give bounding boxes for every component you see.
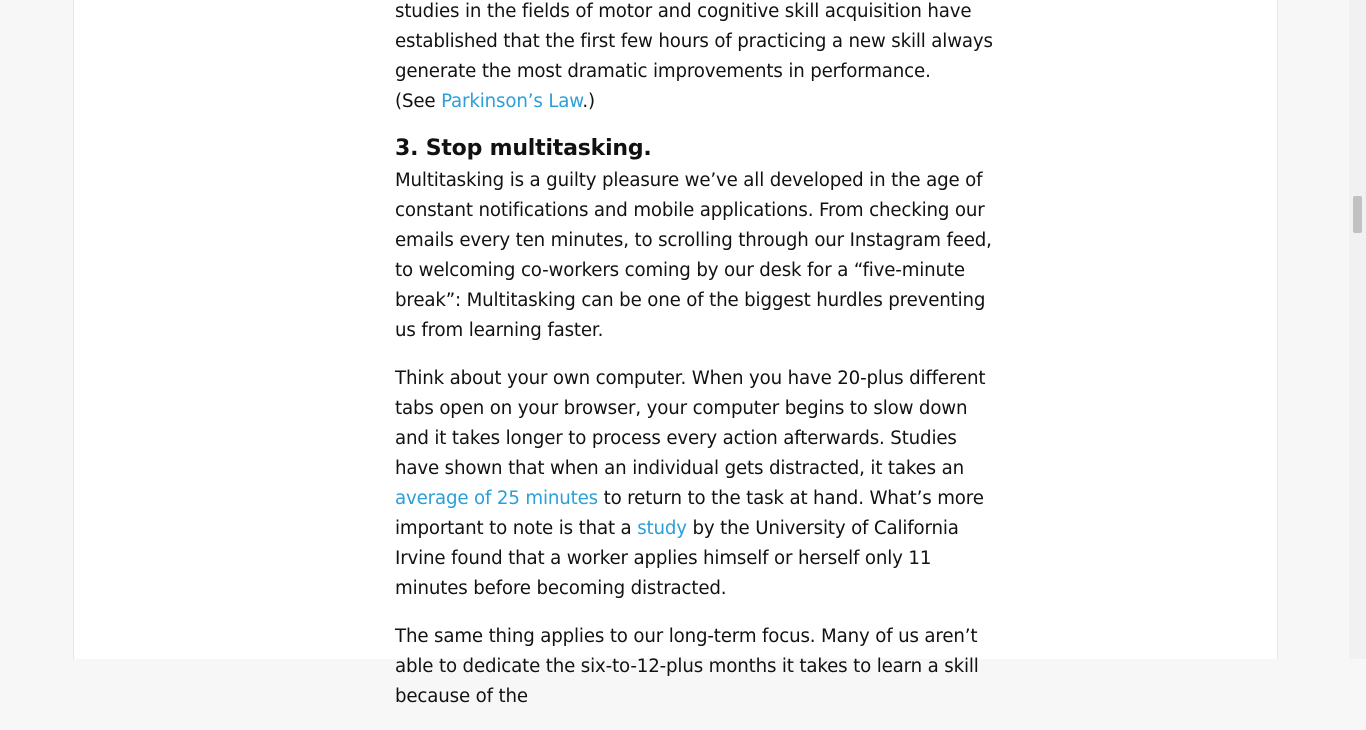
content-column: studies in the fields of motor and cogni… <box>73 0 1278 707</box>
study-link[interactable]: study <box>637 518 687 539</box>
see-suffix: .) <box>582 91 595 112</box>
parkinsons-law-link[interactable]: Parkinson’s Law <box>441 91 582 112</box>
computer-text-1: Think about your own computer. When you … <box>395 368 986 479</box>
multitasking-paragraph: Multitasking is a guilty pleasure we’ve … <box>395 170 992 341</box>
average-25-minutes-link[interactable]: average of 25 minutes <box>395 488 598 509</box>
article-body: studies in the fields of motor and cogni… <box>395 0 1000 730</box>
computer-paragraph: Think about your own computer. When you … <box>395 364 1000 604</box>
vertical-scrollbar[interactable] <box>1349 0 1366 659</box>
intro-text: studies in the fields of motor and cogni… <box>395 1 993 82</box>
long-term-focus-paragraph: The same thing applies to our long-term … <box>395 626 979 707</box>
scrollbar-thumb[interactable] <box>1353 196 1362 233</box>
section-heading: 3. Stop multitasking. <box>395 136 652 161</box>
see-prefix: (See <box>395 91 442 112</box>
intro-paragraph: studies in the fields of motor and cogni… <box>395 0 1000 117</box>
